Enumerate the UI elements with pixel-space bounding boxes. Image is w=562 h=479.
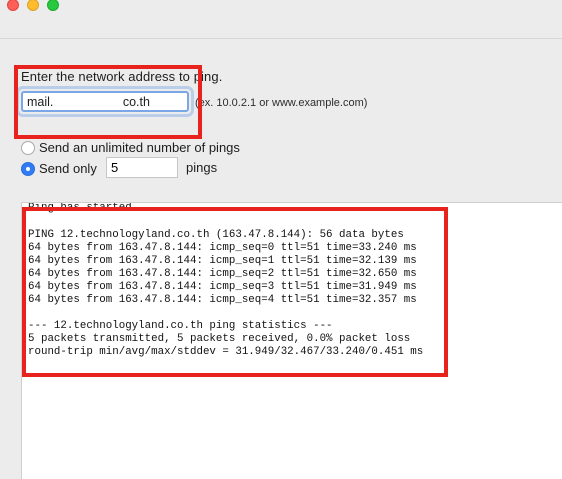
output-line: 64 bytes from 163.47.8.144: icmp_seq=3 t… bbox=[28, 281, 417, 293]
address-input[interactable] bbox=[21, 91, 189, 112]
pings-suffix-label: pings bbox=[186, 160, 218, 175]
output-line: PING 12.technologyland.co.th (163.47.8.1… bbox=[28, 229, 404, 241]
output-line: round-trip min/avg/max/stddev = 31.949/3… bbox=[28, 346, 424, 358]
output-line: 64 bytes from 163.47.8.144: icmp_seq=2 t… bbox=[28, 268, 417, 280]
output-line: 64 bytes from 163.47.8.144: icmp_seq=4 t… bbox=[28, 294, 417, 306]
output-line: 5 packets transmitted, 5 packets receive… bbox=[28, 333, 411, 345]
address-prompt: Enter the network address to ping. bbox=[21, 69, 223, 84]
unlimited-pings-option[interactable]: Send an unlimited number of pings bbox=[21, 139, 240, 155]
output-line: Ping has started… bbox=[28, 202, 139, 214]
ping-output-panel[interactable]: Ping has started… PING 12.technologyland… bbox=[21, 202, 562, 479]
send-only-label: Send only bbox=[39, 161, 97, 177]
zoom-window-icon[interactable] bbox=[47, 0, 59, 11]
output-line: 64 bytes from 163.47.8.144: icmp_seq=1 t… bbox=[28, 255, 417, 267]
ping-count-input[interactable] bbox=[106, 157, 178, 178]
output-line: 64 bytes from 163.47.8.144: icmp_seq=0 t… bbox=[28, 242, 417, 254]
send-only-option[interactable]: Send only bbox=[21, 160, 97, 176]
minimize-window-icon[interactable] bbox=[27, 0, 39, 11]
title-bar bbox=[0, 0, 562, 14]
unlimited-radio-icon[interactable] bbox=[21, 140, 35, 155]
address-hint: (ex. 10.0.2.1 or www.example.com) bbox=[195, 97, 368, 109]
unlimited-label: Send an unlimited number of pings bbox=[39, 140, 240, 156]
output-line: --- 12.technologyland.co.th ping statist… bbox=[28, 320, 333, 332]
close-window-icon[interactable] bbox=[7, 0, 19, 11]
toolbar-divider bbox=[0, 38, 562, 39]
send-only-radio-icon[interactable] bbox=[21, 161, 35, 176]
